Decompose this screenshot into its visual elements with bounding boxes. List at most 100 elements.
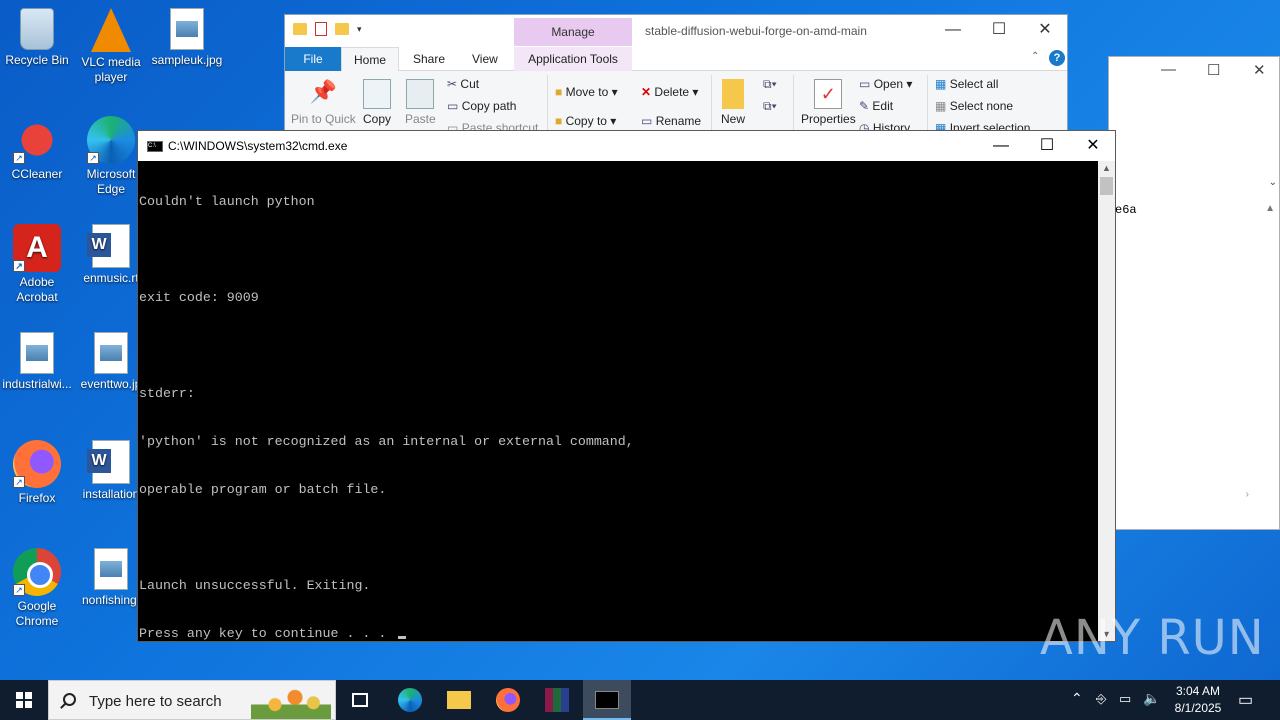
desktop-icon-industrialwi[interactable]: industrialwi... <box>0 332 74 392</box>
delete-x-icon: ✕ <box>641 85 652 99</box>
tab-share[interactable]: Share <box>401 47 457 71</box>
tab-home[interactable]: Home <box>341 47 400 71</box>
desktop-icon-acrobat[interactable]: A ↗ Adobe Acrobat <box>0 224 74 305</box>
chevron-down-icon[interactable]: ▾ <box>357 24 362 35</box>
cmd-title-bar[interactable]: C:\ C:\WINDOWS\system32\cmd.exe — ☐ ✕ <box>138 131 1115 161</box>
start-button[interactable] <box>0 680 48 720</box>
notifications-icon[interactable]: ▭ <box>1238 690 1253 720</box>
minimize-icon[interactable]: — <box>930 15 976 45</box>
clock[interactable]: 3:04 AM 8/1/2025 <box>1164 683 1232 717</box>
taskbar-winrar[interactable] <box>533 680 581 720</box>
pin-to-quick-access-button[interactable]: 📌 Pin to Quick <box>291 79 356 126</box>
copy-to-button[interactable]: ■ Copy to ▾ <box>555 114 616 128</box>
cut-button[interactable]: ✂ Cut <box>447 77 479 91</box>
close-icon[interactable]: ✕ <box>1253 61 1266 79</box>
copy-path-label: Copy path <box>461 99 517 113</box>
properties-quick-icon[interactable] <box>315 22 327 36</box>
task-view-button[interactable] <box>336 680 384 720</box>
select-all-button[interactable]: ▦ Select all <box>935 77 998 91</box>
copy-button[interactable]: Copy <box>363 79 391 126</box>
edit-label: Edit <box>872 99 894 113</box>
desktop-icon-firefox[interactable]: ↗ Firefox <box>0 440 74 506</box>
maximize-icon[interactable]: ☐ <box>976 15 1022 45</box>
window-title: stable-diffusion-webui-forge-on-amd-main <box>645 24 867 38</box>
properties-check-icon: ✓ <box>814 79 843 109</box>
open-icon: ▭ <box>859 77 871 91</box>
open-button[interactable]: ▭ Open ▾ <box>859 77 912 91</box>
explorer-title-bar[interactable]: ▾ Manage stable-diffusion-webui-forge-on… <box>285 15 1067 47</box>
close-icon[interactable]: ✕ <box>1070 131 1116 161</box>
desktop-icon-label: sampleuk.jpg <box>151 53 223 67</box>
desktop-icon-ccleaner[interactable]: ↗ CCleaner <box>0 116 74 182</box>
taskbar-cmd[interactable] <box>583 680 631 720</box>
desktop-icon-sampleuk[interactable]: sampleuk.jpg <box>150 8 224 68</box>
shortcut-arrow-icon: ↗ <box>87 152 99 164</box>
taskbar-firefox[interactable] <box>484 680 532 720</box>
desktop-icon-recycle-bin[interactable]: Recycle Bin <box>0 8 74 68</box>
volume-icon[interactable]: 🔈 <box>1143 690 1160 720</box>
chevron-up-icon[interactable]: ⌃ <box>1071 690 1083 720</box>
firefox-icon <box>496 688 520 712</box>
paste-button[interactable]: Paste <box>405 79 436 126</box>
scroll-right-icon[interactable]: › <box>1246 489 1249 500</box>
taskbar-search-box[interactable]: Type here to search <box>48 680 336 720</box>
desktop-icon-vlc[interactable]: VLC media player <box>74 8 148 85</box>
easy-access-icon[interactable]: ⧉▾ <box>763 99 777 114</box>
tab-application-tools[interactable]: Application Tools <box>514 47 632 71</box>
desktop-icon-label: industrialwi... <box>2 377 72 391</box>
scrollbar-thumb[interactable] <box>1100 177 1113 195</box>
word-document-icon <box>87 224 130 268</box>
tab-view[interactable]: View <box>460 47 510 71</box>
ribbon-tabs: File Home Share View Application Tools ⌃… <box>285 47 1067 71</box>
minimize-icon[interactable]: — <box>978 131 1024 161</box>
cmd-window[interactable]: C:\ C:\WINDOWS\system32\cmd.exe — ☐ ✕ Co… <box>137 130 1116 642</box>
cmd-scrollbar[interactable]: ▲ ▼ <box>1098 161 1115 641</box>
select-none-icon: ▦ <box>935 99 947 113</box>
background-window[interactable]: — ☐ ✕ ⌄ e6a ▲ › <box>1108 56 1280 530</box>
console-output[interactable]: Couldn't launch python exit code: 9009 s… <box>138 161 1098 641</box>
edge-icon <box>398 688 422 712</box>
copy-icon <box>363 79 391 109</box>
properties-button[interactable]: ✓ Properties <box>801 79 856 126</box>
edit-button[interactable]: ✎ Edit <box>859 99 893 113</box>
console-line: stderr: <box>139 386 195 401</box>
help-icon[interactable]: ? <box>1049 50 1065 66</box>
move-to-button[interactable]: ■ Move to ▾ <box>555 85 618 99</box>
search-icon <box>63 693 76 706</box>
pin-label: Pin to Quick <box>291 112 356 126</box>
collapse-ribbon-icon[interactable]: ⌃ <box>1031 51 1039 62</box>
firefox-icon: ↗ <box>13 440 61 488</box>
shortcut-arrow-icon: ↗ <box>13 260 25 272</box>
select-none-button[interactable]: ▦ Select none <box>935 99 1013 113</box>
tab-file[interactable]: File <box>285 47 341 71</box>
new-folder-button[interactable]: New <box>721 79 745 126</box>
close-icon[interactable]: ✕ <box>1022 15 1068 45</box>
scroll-up-icon[interactable]: ▲ <box>1098 163 1115 173</box>
maximize-icon[interactable]: ☐ <box>1024 131 1070 161</box>
desktop-icon-chrome[interactable]: ↗ Google Chrome <box>0 548 74 629</box>
tab-manage[interactable]: Manage <box>514 18 632 46</box>
maximize-icon[interactable]: ☐ <box>1207 61 1220 79</box>
console-prompt-line: Press any key to continue . . . <box>139 626 1098 642</box>
delete-button[interactable]: ✕ Delete ▾ <box>641 85 698 99</box>
move-to-icon: ■ <box>555 85 563 99</box>
image-file-icon <box>20 332 54 374</box>
network-icon[interactable]: ▭ <box>1119 691 1131 720</box>
paste-icon <box>406 79 435 109</box>
console-line: exit code: 9009 <box>139 290 259 305</box>
new-folder-quick-icon[interactable] <box>335 23 349 35</box>
new-item-icon[interactable]: ⧉▾ <box>763 77 777 92</box>
copy-path-button[interactable]: ▭ Copy path <box>447 99 516 113</box>
scissors-icon: ✂ <box>447 77 458 91</box>
search-highlight-image <box>251 683 331 719</box>
scroll-up-icon[interactable]: ▲ <box>1265 203 1275 214</box>
taskbar-file-explorer[interactable] <box>435 680 483 720</box>
taskbar-edge[interactable] <box>386 680 434 720</box>
select-all-icon: ▦ <box>935 77 947 91</box>
rename-button[interactable]: ▭ Rename <box>641 114 701 128</box>
minimize-icon[interactable]: — <box>1161 61 1176 78</box>
usb-device-icon[interactable]: ⎆ <box>1096 691 1106 720</box>
chevron-down-icon[interactable]: ⌄ <box>1269 177 1277 188</box>
desktop-icon-label: Firefox <box>18 491 56 505</box>
file-explorer-window[interactable]: ▾ Manage stable-diffusion-webui-forge-on… <box>284 14 1068 145</box>
